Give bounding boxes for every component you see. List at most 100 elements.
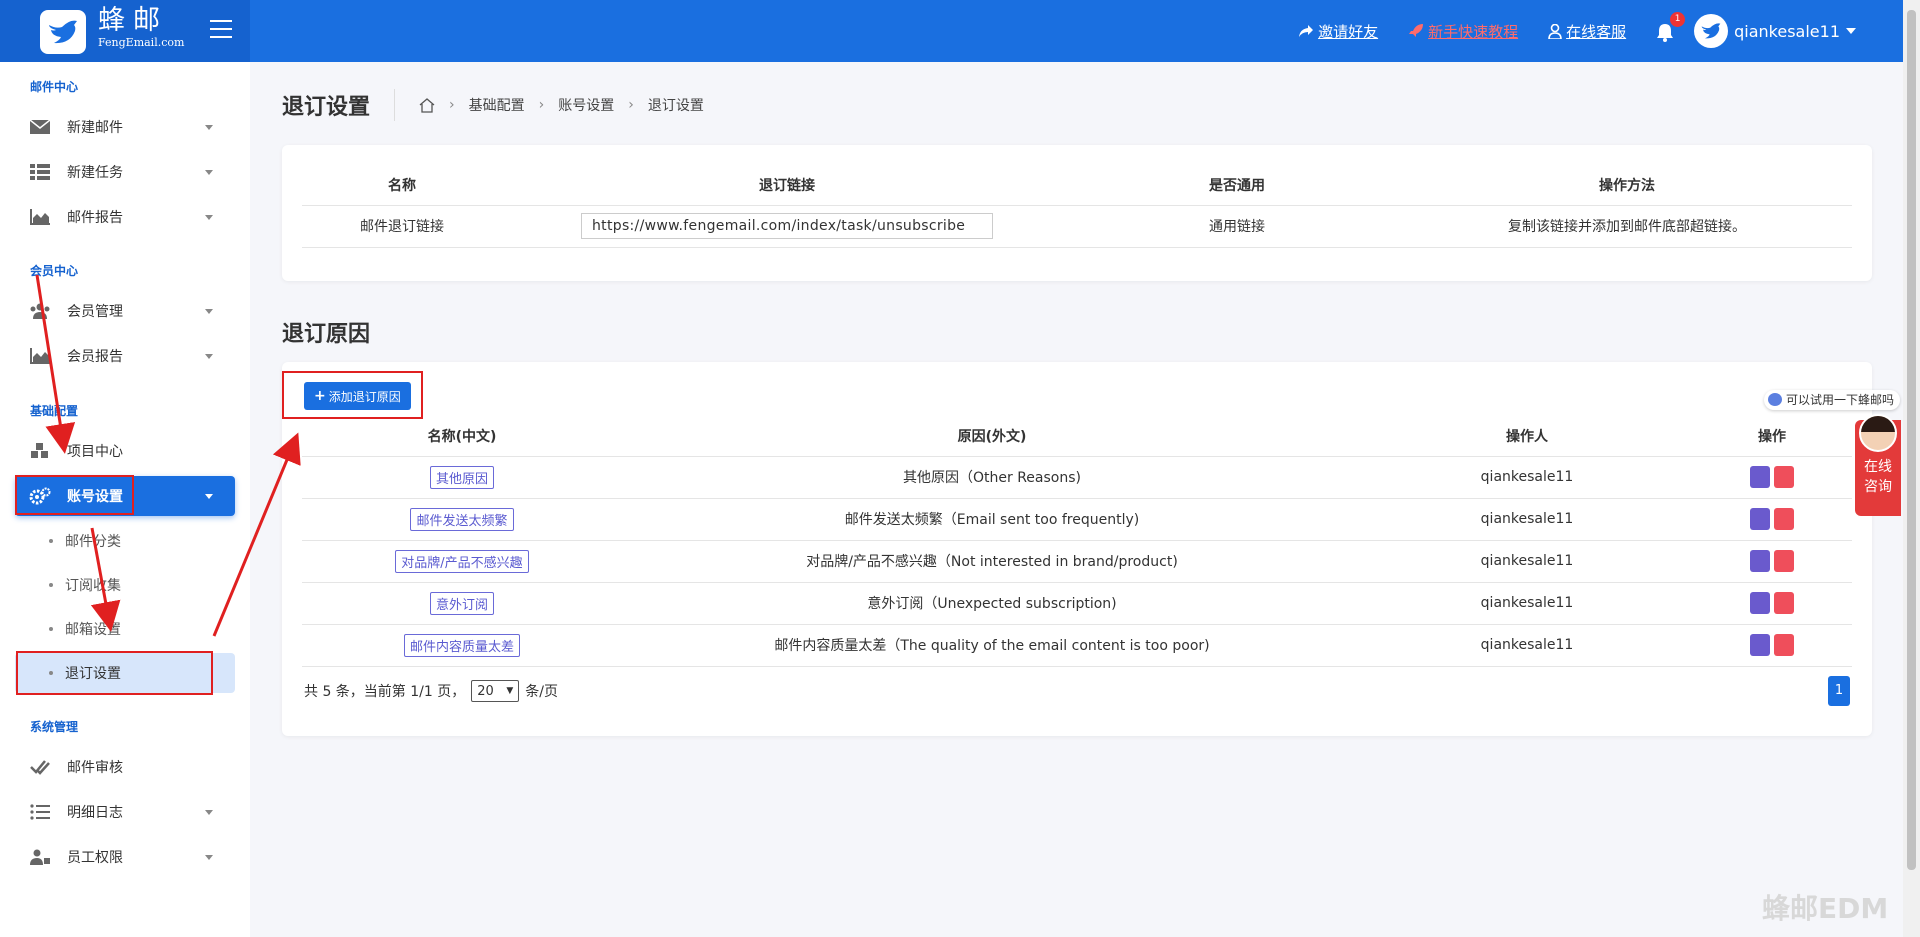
edit-icon[interactable] xyxy=(1750,466,1770,488)
table-row: 邮件发送太频繁 邮件发送太频繁（Email sent too frequentl… xyxy=(302,498,1852,541)
pagination-summary: 共 5 条，当前第 1/1 页， 20 ▼ 条/页 xyxy=(304,680,558,702)
sidebar-subitem-label: 订阅收集 xyxy=(65,578,121,594)
sidebar-subitem-subscribe-collect[interactable]: 订阅收集 xyxy=(15,565,235,605)
link-name: 邮件退订链接 xyxy=(302,205,502,248)
column-header: 操作人 xyxy=(1362,416,1692,457)
page-title: 退订设置 xyxy=(282,89,396,121)
page-number-button[interactable]: 1 xyxy=(1828,676,1850,706)
home-icon[interactable] xyxy=(419,97,435,113)
sidebar-item-new-mail[interactable]: 新建邮件 xyxy=(15,107,235,147)
operator: qiankesale11 xyxy=(1362,456,1692,499)
sidebar-item-member-report[interactable]: 会员报告 xyxy=(15,336,235,376)
service-link[interactable]: 在线客服 xyxy=(1548,21,1626,42)
chevron-down-icon xyxy=(205,215,213,220)
section-mail-center: 邮件中心 xyxy=(30,80,79,94)
user-lock-icon xyxy=(29,848,51,866)
envelope-icon xyxy=(29,118,51,136)
area-chart-icon xyxy=(29,208,51,226)
notification-badge: 1 xyxy=(1670,12,1686,27)
chevron-down-icon xyxy=(205,170,213,175)
invite-link[interactable]: 邀请好友 xyxy=(1298,21,1378,42)
share-icon xyxy=(1299,25,1314,37)
unsubscribe-link-field[interactable]: https://www.fengemail.com/index/task/uns… xyxy=(581,213,993,239)
menu-toggle-icon[interactable] xyxy=(210,20,232,38)
sidebar-item-label: 新建邮件 xyxy=(67,120,123,136)
page-size-value: 20 xyxy=(477,683,494,699)
unsubscribe-link-card: 名称 退订链接 是否通用 操作方法 邮件退订链接 https://www.fen… xyxy=(282,145,1872,281)
sidebar-subitem-mailbox-settings[interactable]: 邮箱设置 xyxy=(15,609,235,649)
sidebar-subitem-mail-category[interactable]: 邮件分类 xyxy=(15,521,235,561)
reason-text: 意外订阅（Unexpected subscription) xyxy=(622,582,1362,625)
watermark: 蜂邮EDM xyxy=(1762,892,1889,925)
reasons-section-title: 退订原因 xyxy=(282,322,371,347)
reason-name-tag: 邮件内容质量太差 xyxy=(403,633,520,657)
edit-icon[interactable] xyxy=(1750,592,1770,614)
reason-text: 对品牌/产品不感兴趣（Not interested in brand/produ… xyxy=(622,540,1362,583)
service-label: 在线客服 xyxy=(1566,22,1627,41)
breadcrumb-item: 退订设置 xyxy=(647,98,704,114)
tutorial-link[interactable]: 新手快速教程 xyxy=(1408,21,1518,42)
edit-icon[interactable] xyxy=(1750,634,1770,656)
sidebar-item-label: 会员报告 xyxy=(67,349,123,365)
edit-icon[interactable] xyxy=(1750,550,1770,572)
scrollbar[interactable] xyxy=(1903,0,1920,937)
section-system-mgmt: 系统管理 xyxy=(30,720,79,734)
sidebar-item-member-mgmt[interactable]: 会员管理 xyxy=(15,291,235,331)
unsubscribe-link-table: 名称 退订链接 是否通用 操作方法 邮件退订链接 https://www.fen… xyxy=(302,165,1852,248)
trash-icon[interactable] xyxy=(1774,508,1794,530)
user-menu[interactable]: qiankesale11 xyxy=(1694,14,1856,48)
sidebar-item-staff-permissions[interactable]: 员工权限 xyxy=(15,837,235,877)
table-row: 意外订阅 意外订阅（Unexpected subscription) qiank… xyxy=(302,582,1852,625)
invite-label: 邀请好友 xyxy=(1318,22,1379,41)
chevron-down-icon xyxy=(205,494,213,499)
reason-text: 邮件发送太频繁（Email sent too frequently) xyxy=(622,498,1362,541)
scrollbar-thumb[interactable] xyxy=(1907,10,1916,870)
chat-label: 在线 xyxy=(1864,459,1892,475)
chevron-right-icon: › xyxy=(449,97,455,113)
cubes-icon xyxy=(29,442,51,460)
column-header: 是否通用 xyxy=(1072,165,1402,206)
breadcrumb-item[interactable]: 基础配置 xyxy=(469,95,525,115)
sidebar-subitem-label: 邮箱设置 xyxy=(65,622,121,638)
sidebar-item-mail-review[interactable]: 邮件审核 xyxy=(15,747,235,787)
double-check-icon xyxy=(29,758,51,776)
person-icon xyxy=(1548,23,1562,39)
unsubscribe-reasons-card: + 添加退订原因 名称(中文) 原因(外文) 操作人 操作 其他原因 其他原因（… xyxy=(282,362,1872,736)
sidebar-item-mail-report[interactable]: 邮件报告 xyxy=(15,197,235,237)
table-row: 邮件退订链接 https://www.fengemail.com/index/t… xyxy=(302,205,1852,248)
breadcrumb-item[interactable]: 账号设置 xyxy=(558,95,614,115)
edit-icon[interactable] xyxy=(1750,508,1770,530)
column-header: 名称(中文) xyxy=(302,416,622,457)
chevron-down-icon xyxy=(205,354,213,359)
section-member-center: 会员中心 xyxy=(30,264,79,278)
column-header: 原因(外文) xyxy=(622,416,1362,457)
reason-name-tag: 其他原因 xyxy=(429,465,494,489)
page-header: 退订设置 › 基础配置 › 账号设置 › 退订设置 xyxy=(282,89,704,121)
page-size-select[interactable]: 20 ▼ xyxy=(471,680,520,702)
brand-name-en: FengEmail.com xyxy=(98,36,185,49)
column-header: 名称 xyxy=(302,165,502,206)
trash-icon[interactable] xyxy=(1774,634,1794,656)
annotation-highlight xyxy=(15,475,134,515)
chevron-down-icon xyxy=(205,810,213,815)
trash-icon[interactable] xyxy=(1774,466,1794,488)
sidebar-item-label: 新建任务 xyxy=(67,165,123,181)
sidebar-item-project-center[interactable]: 项目中心 xyxy=(15,431,235,471)
online-consult-widget[interactable]: 在线 咨询 xyxy=(1855,414,1901,516)
avatar xyxy=(1694,14,1729,48)
chat-tip[interactable]: 可以试用一下蜂邮吗 xyxy=(1764,390,1901,410)
top-bar: 蜂邮 FengEmail.com 邀请好友 新手快速教程 在线客服 1 qian… xyxy=(0,0,1903,62)
notification-button[interactable]: 1 xyxy=(1656,12,1686,42)
chevron-right-icon: › xyxy=(538,97,545,113)
operator: qiankesale11 xyxy=(1362,624,1692,667)
reason-name-tag: 邮件发送太频繁 xyxy=(410,507,514,531)
link-method: 复制该链接并添加到邮件底部超链接。 xyxy=(1402,205,1852,248)
sidebar-item-new-task[interactable]: 新建任务 xyxy=(15,152,235,192)
table-row: 邮件内容质量太差 邮件内容质量太差（The quality of the ema… xyxy=(302,624,1852,667)
sidebar-item-label: 项目中心 xyxy=(67,444,123,460)
trash-icon[interactable] xyxy=(1774,550,1794,572)
sidebar-item-detail-log[interactable]: 明细日志 xyxy=(15,792,235,832)
operator: qiankesale11 xyxy=(1362,498,1692,541)
trash-icon[interactable] xyxy=(1774,592,1794,614)
reason-name-tag: 对品牌/产品不感兴趣 xyxy=(395,549,529,573)
